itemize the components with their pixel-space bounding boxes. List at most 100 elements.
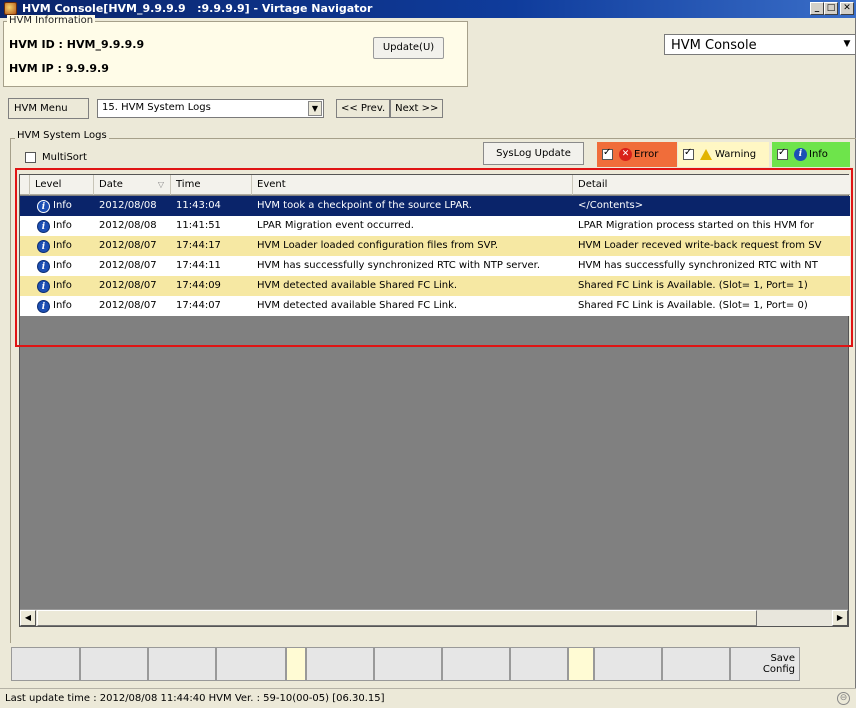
cell-date: 2012/08/08 bbox=[99, 200, 157, 211]
cell-detail: Shared FC Link is Available. (Slot= 1, P… bbox=[578, 280, 808, 291]
info-icon: i bbox=[37, 299, 50, 313]
info-filter[interactable]: i Info bbox=[772, 142, 850, 167]
minimize-icon[interactable]: _ bbox=[810, 2, 824, 15]
console-select[interactable]: HVM Console ▼ bbox=[664, 34, 856, 55]
title-bar[interactable]: HVM Console[HVM_9.9.9.9 :9.9.9.9] - Virt… bbox=[0, 0, 856, 18]
update-button[interactable]: Update(U) bbox=[373, 37, 444, 59]
warning-filter-label: Warning bbox=[715, 149, 757, 160]
cell-date: 2012/08/07 bbox=[99, 260, 157, 271]
function-key-6[interactable] bbox=[374, 647, 442, 681]
console-select-value: HVM Console bbox=[671, 38, 757, 53]
hvm-menu-button[interactable]: HVM Menu bbox=[8, 97, 89, 119]
table-row[interactable]: i Info 2012/08/08 11:43:04 HVM took a checkp… bbox=[20, 196, 850, 216]
function-key-5[interactable] bbox=[306, 647, 374, 681]
column-header-date[interactable]: Date ▽ bbox=[94, 175, 171, 195]
row-indicator bbox=[20, 216, 30, 236]
warning-icon bbox=[700, 149, 712, 160]
multisort-checkbox[interactable]: MultiSort bbox=[25, 152, 87, 163]
cell-time: 11:41:51 bbox=[176, 220, 221, 231]
log-type-select-value: 15. HVM System Logs bbox=[102, 101, 211, 113]
cell-level-text: Info bbox=[53, 220, 72, 231]
scroll-thumb[interactable] bbox=[37, 610, 757, 626]
cell-event: HVM detected available Shared FC Link. bbox=[257, 300, 458, 311]
cell-level: i Info bbox=[30, 256, 94, 276]
info-icon: i bbox=[37, 219, 50, 233]
function-key-7[interactable] bbox=[442, 647, 510, 681]
status-bar: Last update time : 2012/08/08 11:44:40 H… bbox=[0, 688, 856, 708]
info-icon: i bbox=[37, 199, 50, 213]
row-indicator bbox=[20, 196, 30, 216]
column-header-indicator bbox=[20, 175, 30, 195]
cell-level-text: Info bbox=[53, 240, 72, 251]
hvm-ip: HVM IP : 9.9.9.9 bbox=[9, 62, 109, 75]
horizontal-scrollbar[interactable]: ◀ ▶ bbox=[20, 609, 848, 626]
column-header-event[interactable]: Event bbox=[252, 175, 573, 195]
cell-level: i Info bbox=[30, 196, 94, 216]
info-icon: i bbox=[37, 259, 50, 273]
column-header-level[interactable]: Level bbox=[30, 175, 94, 195]
cell-level-text: Info bbox=[53, 200, 72, 211]
function-key-bar: Save Config bbox=[11, 647, 856, 681]
multisort-check[interactable] bbox=[25, 152, 36, 163]
table-row[interactable]: i Info 2012/08/07 17:44:07 HVM detected avai… bbox=[20, 296, 850, 316]
function-key-10[interactable] bbox=[662, 647, 730, 681]
function-key-4[interactable] bbox=[216, 647, 286, 681]
cell-detail: Shared FC Link is Available. (Slot= 1, P… bbox=[578, 300, 808, 311]
hvm-system-logs-legend: HVM System Logs bbox=[15, 130, 109, 141]
error-filter[interactable]: ✕ Error bbox=[597, 142, 677, 167]
warning-filter-check[interactable] bbox=[683, 147, 694, 160]
save-config-button[interactable]: Save Config bbox=[730, 647, 800, 681]
resize-grip-icon[interactable]: ⊖ bbox=[837, 692, 850, 705]
hvm-information-legend: HVM Information bbox=[7, 15, 96, 26]
window-title: HVM Console[HVM_9.9.9.9 :9.9.9.9] - Virt… bbox=[22, 2, 373, 15]
multisort-label: MultiSort bbox=[42, 152, 87, 163]
table-row[interactable]: i Info 2012/08/07 17:44:11 HVM has successfu… bbox=[20, 256, 850, 276]
table-row[interactable]: i Info 2012/08/07 17:44:09 HVM detected avai… bbox=[20, 276, 850, 296]
close-icon[interactable]: ✕ bbox=[840, 2, 854, 15]
row-indicator bbox=[20, 236, 30, 256]
cell-detail: HVM Loader receved write-back request fr… bbox=[578, 240, 822, 251]
system-log-table[interactable]: Level Date ▽ Time Event Detail i Info 2012… bbox=[19, 174, 850, 627]
cell-level-text: Info bbox=[53, 260, 72, 271]
error-filter-label: Error bbox=[634, 149, 659, 160]
scroll-left-icon[interactable]: ◀ bbox=[20, 610, 36, 626]
column-header-time[interactable]: Time bbox=[171, 175, 252, 195]
cell-level-text: Info bbox=[53, 280, 72, 291]
cell-time: 17:44:09 bbox=[176, 280, 221, 291]
function-key-8[interactable] bbox=[510, 647, 568, 681]
cell-level: i Info bbox=[30, 296, 94, 316]
row-indicator bbox=[20, 296, 30, 316]
error-filter-check[interactable] bbox=[602, 147, 613, 160]
maximize-icon[interactable]: □ bbox=[824, 2, 838, 15]
function-key-9[interactable] bbox=[594, 647, 662, 681]
chevron-down-icon[interactable]: ▼ bbox=[840, 36, 854, 53]
table-header: Level Date ▽ Time Event Detail bbox=[20, 175, 850, 195]
status-text: Last update time : 2012/08/08 11:44:40 H… bbox=[5, 693, 385, 704]
cell-date: 2012/08/07 bbox=[99, 300, 157, 311]
cell-date: 2012/08/07 bbox=[99, 240, 157, 251]
cell-event: HVM took a checkpoint of the source LPAR… bbox=[257, 200, 472, 211]
chevron-down-icon[interactable]: ▼ bbox=[308, 100, 322, 116]
row-indicator bbox=[20, 276, 30, 296]
table-row[interactable]: i Info 2012/08/07 17:44:17 HVM Loader loaded… bbox=[20, 236, 850, 256]
syslog-update-button[interactable]: SysLog Update bbox=[483, 142, 584, 165]
log-type-select[interactable]: 15. HVM System Logs ▼ bbox=[97, 98, 324, 118]
warning-filter[interactable]: Warning bbox=[678, 142, 769, 167]
cell-event: HVM detected available Shared FC Link. bbox=[257, 280, 458, 291]
hvm-id: HVM ID : HVM_9.9.9.9 bbox=[9, 38, 145, 51]
row-indicator bbox=[20, 256, 30, 276]
info-filter-check[interactable] bbox=[777, 147, 788, 160]
cell-level: i Info bbox=[30, 216, 94, 236]
info-filter-label: Info bbox=[809, 149, 828, 160]
table-body: i Info 2012/08/08 11:43:04 HVM took a checkp… bbox=[20, 196, 850, 316]
function-key-1[interactable] bbox=[11, 647, 80, 681]
table-row[interactable]: i Info 2012/08/08 11:41:51 LPAR Migration ev… bbox=[20, 216, 850, 236]
function-key-2[interactable] bbox=[80, 647, 148, 681]
prev-button[interactable]: << Prev. bbox=[336, 98, 391, 118]
scroll-right-icon[interactable]: ▶ bbox=[832, 610, 848, 626]
hvm-menu-bar: HVM Menu 15. HVM System Logs ▼ << Prev. … bbox=[8, 96, 444, 120]
cell-detail: </Contents> bbox=[578, 200, 644, 211]
column-header-detail[interactable]: Detail bbox=[573, 175, 850, 195]
function-key-3[interactable] bbox=[148, 647, 216, 681]
next-button[interactable]: Next >> bbox=[390, 98, 444, 118]
